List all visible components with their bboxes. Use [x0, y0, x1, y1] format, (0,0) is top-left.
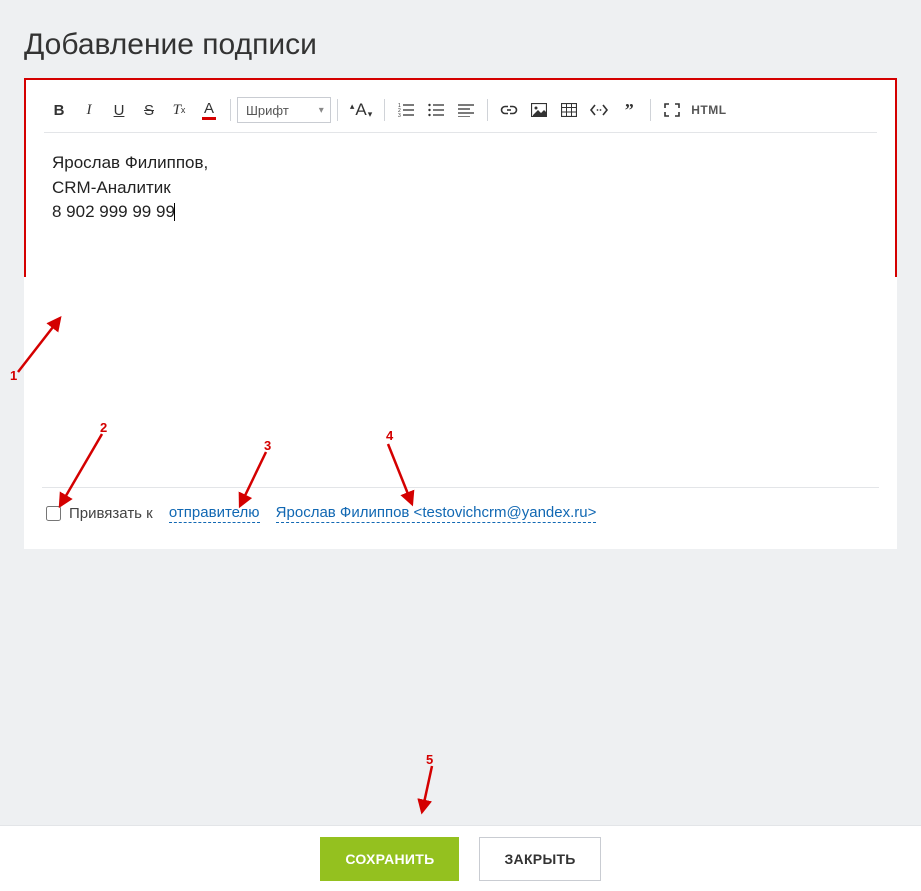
save-button[interactable]: СОХРАНИТЬ: [320, 837, 459, 881]
signature-line: 8 902 999 99 99: [52, 200, 869, 225]
html-source-button[interactable]: HTML: [687, 103, 730, 117]
page-title: Добавление подписи: [0, 0, 921, 78]
divider: [42, 487, 879, 488]
unordered-list-button[interactable]: [421, 96, 451, 124]
signature-line: Ярослав Филиппов,: [52, 151, 869, 176]
bind-section: Привязать к отправителю Ярослав Филиппов…: [24, 487, 897, 549]
svg-text:3: 3: [398, 113, 401, 117]
italic-button[interactable]: I: [74, 96, 104, 124]
toolbar-separator: [487, 99, 488, 121]
fullscreen-button[interactable]: [657, 96, 687, 124]
bind-checkbox[interactable]: [46, 506, 61, 521]
bind-label: Привязать к: [69, 505, 153, 522]
footer-bar: СОХРАНИТЬ ЗАКРЫТЬ: [0, 825, 921, 891]
bind-sender-link[interactable]: отправителю: [169, 504, 260, 523]
editor-content[interactable]: Ярослав Филиппов, CRM-Аналитик 8 902 999…: [44, 133, 877, 253]
table-button[interactable]: [554, 96, 584, 124]
toolbar-separator: [384, 99, 385, 121]
link-button[interactable]: [494, 96, 524, 124]
text-color-button[interactable]: A: [194, 96, 224, 124]
toolbar-separator: [337, 99, 338, 121]
close-button[interactable]: ЗАКРЫТЬ: [479, 837, 600, 881]
image-button[interactable]: [524, 96, 554, 124]
align-button[interactable]: [451, 96, 481, 124]
font-size-button[interactable]: ▴A▾: [344, 100, 378, 120]
clear-format-button[interactable]: Tx: [164, 96, 194, 124]
underline-button[interactable]: U: [104, 96, 134, 124]
chevron-down-icon: ▾: [319, 105, 324, 116]
bold-button[interactable]: B: [44, 96, 74, 124]
toolbar-separator: [650, 99, 651, 121]
font-family-select[interactable]: Шрифт ▾: [237, 97, 331, 123]
editor-whitespace: [24, 277, 897, 487]
strike-button[interactable]: S: [134, 96, 164, 124]
code-button[interactable]: [584, 96, 614, 124]
toolbar-separator: [230, 99, 231, 121]
signature-line: CRM-Аналитик: [52, 176, 869, 201]
blockquote-button[interactable]: ”: [614, 96, 644, 124]
font-family-label: Шрифт: [246, 103, 289, 118]
bind-address-link[interactable]: Ярослав Филиппов <testovichcrm@yandex.ru…: [276, 504, 597, 523]
editor-toolbar: B I U S Tx A Шрифт ▾ ▴A▾ 123: [44, 92, 877, 133]
ordered-list-button[interactable]: 123: [391, 96, 421, 124]
editor-panel: B I U S Tx A Шрифт ▾ ▴A▾ 123: [24, 78, 897, 277]
